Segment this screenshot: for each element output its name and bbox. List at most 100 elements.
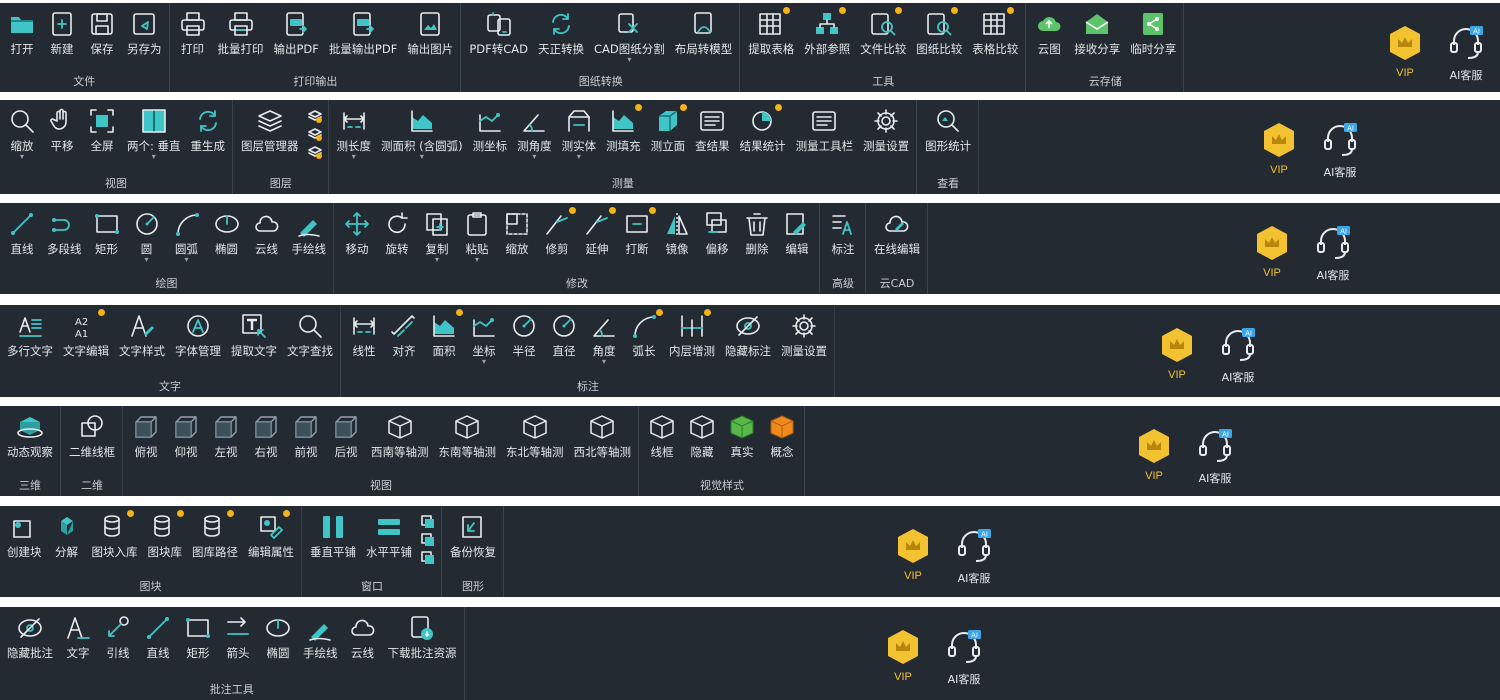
tool-button[interactable]: 弧长: [624, 309, 664, 358]
tool-button[interactable]: 全屏: [82, 106, 122, 153]
tool-button[interactable]: 保存: [82, 9, 122, 56]
tool-button[interactable]: 内层增测: [664, 309, 720, 358]
tool-button[interactable]: 直线: [138, 613, 178, 660]
ai-support-button[interactable]: AI AI客服: [1322, 122, 1358, 180]
tool-button[interactable]: 提取表格: [743, 7, 799, 56]
tool-button[interactable]: 多行文字: [2, 311, 58, 358]
tool-button[interactable]: 云线: [247, 209, 287, 256]
tool-button[interactable]: 下载批注资源: [383, 613, 462, 660]
dropdown-caret-icon[interactable]: ▾: [420, 153, 424, 161]
dropdown-caret-icon[interactable]: ▾: [602, 358, 606, 366]
tool-button[interactable]: 移动: [337, 209, 377, 256]
tool-button[interactable]: 输出图片: [402, 9, 458, 56]
tool-button[interactable]: 垂直平铺: [305, 512, 361, 559]
tool-button[interactable]: 概念: [762, 412, 802, 459]
dropdown-caret-icon[interactable]: ▾: [435, 256, 439, 264]
tool-button[interactable]: 二维线框: [64, 412, 120, 459]
tool-button[interactable]: 手绘线: [298, 613, 343, 660]
tool-button[interactable]: 俯视: [126, 412, 166, 459]
tool-button[interactable]: 缩放 ▾: [2, 106, 42, 161]
tool-button[interactable]: 复制 ▾: [417, 209, 457, 264]
tool-button[interactable]: 圆弧 ▾: [167, 209, 207, 264]
tool-button[interactable]: 测长度 ▾: [332, 106, 377, 161]
tool-button[interactable]: 动态观察: [2, 412, 58, 459]
tool-button[interactable]: 对齐: [384, 311, 424, 358]
tool-button[interactable]: 旋转: [377, 209, 417, 256]
tool-button[interactable]: 文字样式: [114, 311, 170, 358]
dropdown-caret-icon[interactable]: ▾: [482, 358, 486, 366]
tool-button[interactable]: 打断: [617, 207, 657, 256]
vip-button[interactable]: VIP: [1255, 225, 1289, 279]
tool-button[interactable]: 新建: [42, 9, 82, 56]
tool-button[interactable]: 西南等轴测: [366, 412, 434, 459]
tool-button[interactable]: 箭头: [218, 613, 258, 660]
dropdown-caret-icon[interactable]: ▾: [475, 256, 479, 264]
tool-button[interactable]: 镜像: [657, 209, 697, 256]
tool-button[interactable]: 粘贴 ▾: [457, 209, 497, 264]
tool-button[interactable]: 天正转换: [533, 9, 589, 56]
tool-button[interactable]: 后视: [326, 412, 366, 459]
tool-button[interactable]: 文字查找: [282, 311, 338, 358]
tool-button[interactable]: 删除: [737, 209, 777, 256]
tool-button[interactable]: 字体管理: [170, 311, 226, 358]
tool-button[interactable]: 测量设置: [776, 311, 832, 358]
tool-button[interactable]: 隐藏标注: [720, 311, 776, 358]
tool-button[interactable]: 线性: [344, 311, 384, 358]
tool-button[interactable]: 偏移: [697, 209, 737, 256]
tool-button[interactable]: 矩形: [178, 613, 218, 660]
tool-button[interactable]: 接收分享: [1069, 9, 1125, 56]
dropdown-caret-icon[interactable]: ▾: [20, 153, 24, 161]
tool-button[interactable]: 测实体 ▾: [557, 106, 602, 161]
dropdown-caret-icon[interactable]: ▾: [184, 256, 188, 264]
tool-button[interactable]: 布局转模型: [670, 9, 738, 56]
tool-button[interactable]: 坐标 ▾: [464, 311, 504, 366]
tool-button[interactable]: 云线: [343, 613, 383, 660]
tool-button[interactable]: 引线: [98, 613, 138, 660]
tool-button[interactable]: 提取文字: [226, 311, 282, 358]
tool-button[interactable]: 批量输出PDF: [324, 9, 402, 56]
dropdown-caret-icon[interactable]: ▾: [352, 153, 356, 161]
ai-support-button[interactable]: AI AI客服: [956, 528, 992, 586]
tool-button[interactable]: 隐藏: [682, 412, 722, 459]
tool-button[interactable]: 面积: [424, 309, 464, 358]
tool-button[interactable]: 打开: [2, 9, 42, 56]
tool-button[interactable]: 圆 ▾: [127, 209, 167, 264]
tool-button[interactable]: A2 A1 文字编辑: [58, 309, 114, 358]
tool-button[interactable]: 延伸: [577, 207, 617, 256]
tool-button[interactable]: 另存为: [122, 9, 167, 56]
tool-button[interactable]: 图形统计: [920, 106, 976, 153]
tool-button[interactable]: CAD图纸分割 ▾: [589, 9, 670, 64]
tool-button[interactable]: 隐藏批注: [2, 613, 58, 660]
tool-button[interactable]: 结果统计: [735, 104, 791, 153]
tool-button[interactable]: 云图: [1029, 9, 1069, 56]
tool-button[interactable]: 图块入库: [87, 510, 143, 559]
tool-button[interactable]: 重生成: [186, 106, 231, 153]
layer-filter-icon[interactable]: [307, 126, 322, 141]
ai-support-button[interactable]: AI AI客服: [1197, 428, 1233, 486]
tool-button[interactable]: 椭圆: [207, 209, 247, 256]
tool-button[interactable]: 半径: [504, 311, 544, 358]
tool-button[interactable]: 文件比较: [855, 7, 911, 56]
window-arrange-icon[interactable]: [421, 532, 435, 546]
tool-button[interactable]: 平移: [42, 106, 82, 153]
tool-button[interactable]: 图纸比较: [911, 7, 967, 56]
tool-button[interactable]: 编辑属性: [243, 510, 299, 559]
tool-button[interactable]: 两个: 垂直 ▾: [122, 106, 186, 161]
layer-off-icon[interactable]: [307, 144, 322, 159]
tool-button[interactable]: 测坐标: [468, 106, 513, 153]
tool-button[interactable]: 直线: [2, 209, 42, 256]
tool-button[interactable]: 右视: [246, 412, 286, 459]
vip-button[interactable]: VIP: [1160, 327, 1194, 381]
ai-support-button[interactable]: AI AI客服: [946, 629, 982, 687]
tool-button[interactable]: 角度 ▾: [584, 311, 624, 366]
tool-button[interactable]: 测面积 (含圆弧) ▾: [376, 106, 468, 161]
tool-button[interactable]: 创建块: [2, 512, 47, 559]
tool-button[interactable]: 测角度 ▾: [512, 106, 557, 161]
tool-button[interactable]: 测填充: [601, 104, 646, 153]
tool-button[interactable]: 图库路径: [187, 510, 243, 559]
vip-button[interactable]: VIP: [886, 629, 920, 683]
tool-button[interactable]: 分解: [47, 512, 87, 559]
tool-button[interactable]: 前视: [286, 412, 326, 459]
dropdown-caret-icon[interactable]: ▾: [152, 153, 156, 161]
tool-button[interactable]: 修剪: [537, 207, 577, 256]
